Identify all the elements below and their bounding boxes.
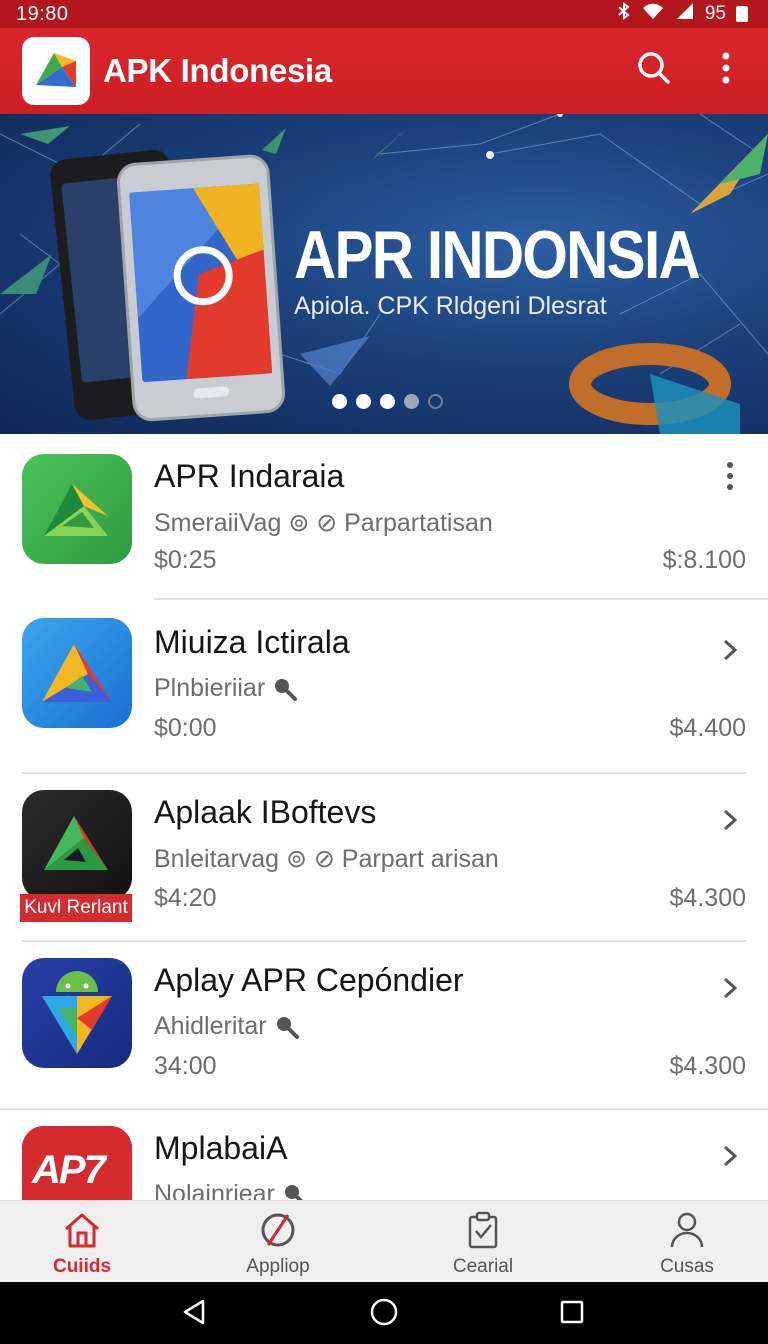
app-subtitle: Nolainriear bbox=[154, 1180, 308, 1200]
square-icon bbox=[559, 1299, 585, 1330]
app-name: MplabaiA bbox=[154, 1130, 288, 1166]
nav-item-apps[interactable]: Appliop bbox=[208, 1211, 348, 1278]
app-icon bbox=[22, 454, 132, 564]
app-list: APR Indaraia SmeraiiVag ⊚ ⊘ Parpartatisa… bbox=[0, 434, 768, 1200]
app-icon bbox=[22, 618, 132, 728]
nav-item-home[interactable]: Cuiids bbox=[12, 1211, 152, 1278]
app-name: Aplaak IBoftevs bbox=[154, 794, 377, 830]
chevron-right-icon[interactable] bbox=[716, 1142, 744, 1170]
app-price-total: $4.400 bbox=[669, 714, 746, 742]
app-subtitle: SmeraiiVag ⊚ ⊘ Parpartatisan bbox=[154, 509, 493, 537]
carousel-dot[interactable] bbox=[380, 394, 395, 409]
nav-label: Cusas bbox=[660, 1256, 714, 1277]
more-vert-icon bbox=[726, 461, 734, 496]
item-menu-button[interactable] bbox=[716, 460, 744, 496]
overflow-menu-button[interactable] bbox=[706, 48, 746, 92]
home-icon bbox=[62, 1211, 102, 1254]
search-button[interactable] bbox=[632, 48, 676, 92]
list-item[interactable]: Aplay APR Cepóndier Ahidleritar 34:00 $4… bbox=[0, 942, 768, 1108]
bluetooth-icon bbox=[617, 2, 631, 26]
app-subtitle: Bnleitarvag ⊚ ⊘ Parpart arisan bbox=[154, 845, 499, 873]
nav-label: Cuiids bbox=[52, 1256, 112, 1277]
list-item[interactable]: AP7 MplabaiA Nolainriear bbox=[0, 1110, 768, 1200]
status-time: 19:80 bbox=[16, 2, 69, 25]
signal-icon bbox=[675, 2, 695, 26]
app-name: APR Indaraia bbox=[154, 458, 345, 494]
more-vert-icon bbox=[721, 52, 731, 89]
banner-title: APR INDONSIA bbox=[294, 217, 701, 293]
search-icon bbox=[282, 1180, 308, 1200]
list-item[interactable]: APR Indaraia SmeraiiVag ⊚ ⊘ Parpartatisa… bbox=[0, 434, 768, 600]
carousel-dot[interactable] bbox=[356, 394, 371, 409]
nav-item-search[interactable]: Cearial bbox=[413, 1211, 553, 1278]
system-navigation-bar bbox=[0, 1282, 768, 1344]
recents-button[interactable] bbox=[552, 1294, 592, 1334]
search-icon bbox=[272, 674, 298, 702]
app-title: APK Indonesia bbox=[103, 52, 332, 89]
app-subtitle: Plnbieriiar bbox=[154, 674, 298, 703]
battery-icon bbox=[736, 6, 748, 22]
nav-item-profile[interactable]: Cusas bbox=[617, 1211, 757, 1278]
person-icon bbox=[667, 1211, 707, 1254]
back-icon bbox=[181, 1298, 207, 1331]
battery-percent: 95 bbox=[704, 3, 726, 24]
carousel-dot[interactable] bbox=[428, 394, 443, 409]
list-item[interactable]: Kuvl Rerlant Aplaak IBoftevs Bnleitarvag… bbox=[0, 774, 768, 940]
app-logo bbox=[22, 37, 90, 105]
nav-label: Cearial bbox=[452, 1256, 514, 1277]
nav-label: Appliop bbox=[246, 1256, 310, 1277]
app-icon-label: AP7 bbox=[32, 1148, 106, 1192]
back-button[interactable] bbox=[174, 1294, 214, 1334]
blocked-icon bbox=[258, 1211, 298, 1254]
app-price-total: $:8.100 bbox=[662, 546, 746, 574]
chevron-right-icon[interactable] bbox=[716, 806, 744, 834]
home-button[interactable] bbox=[364, 1294, 404, 1334]
bottom-navigation: Cuiids Appliop Cearial Cusas bbox=[0, 1200, 768, 1282]
app-icon bbox=[22, 790, 132, 900]
status-bar: 19:80 95 bbox=[0, 0, 768, 28]
app-subtitle: Ahidleritar bbox=[154, 1012, 300, 1041]
circle-icon bbox=[369, 1297, 399, 1332]
app-price-total: $4.300 bbox=[669, 1052, 746, 1080]
status-badge: Kuvl Rerlant bbox=[20, 894, 132, 922]
app-price: $4:20 bbox=[154, 884, 217, 912]
wifi-icon bbox=[641, 2, 665, 26]
app-price-total: $4.300 bbox=[669, 884, 746, 912]
banner-subtitle: Apiola. CPK Rldgeni Dlesrat bbox=[294, 292, 607, 320]
clipboard-check-icon bbox=[463, 1211, 503, 1254]
search-icon bbox=[274, 1012, 300, 1040]
search-icon bbox=[637, 51, 671, 90]
chevron-right-icon[interactable] bbox=[716, 636, 744, 664]
status-icons: 95 bbox=[617, 2, 748, 26]
app-name: Miuiza Ictirala bbox=[154, 624, 350, 660]
app-name: Aplay APR Cepóndier bbox=[154, 962, 464, 998]
list-item[interactable]: Miuiza Ictirala Plnbieriiar $0:00 $4.400 bbox=[0, 600, 768, 772]
chevron-right-icon[interactable] bbox=[716, 974, 744, 1002]
carousel-indicators bbox=[332, 394, 443, 409]
app-price: $0:00 bbox=[154, 714, 217, 742]
promo-banner[interactable]: APR INDONSIA Apiola. CPK Rldgeni Dlesrat bbox=[0, 114, 768, 434]
app-icon: AP7 bbox=[22, 1126, 132, 1200]
app-icon bbox=[22, 958, 132, 1068]
app-bar: APK Indonesia bbox=[0, 28, 768, 114]
app-price: $0:25 bbox=[154, 546, 217, 574]
app-price: 34:00 bbox=[154, 1052, 217, 1080]
carousel-dot[interactable] bbox=[404, 394, 419, 409]
carousel-dot[interactable] bbox=[332, 394, 347, 409]
